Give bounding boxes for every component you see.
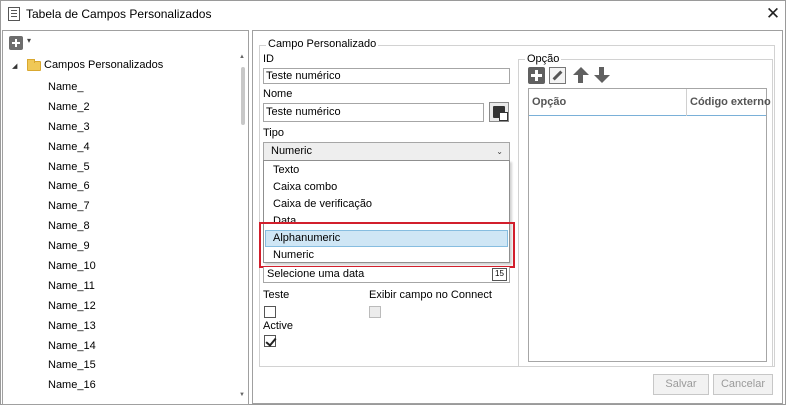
title-bar: Tabela de Campos Personalizados ✕	[1, 1, 785, 28]
tree-item[interactable]: Name_7	[48, 198, 96, 218]
active-label: Active	[263, 320, 293, 332]
tree-item[interactable]: Name_	[48, 79, 96, 99]
window-title: Tabela de Campos Personalizados	[26, 7, 212, 21]
tree-item[interactable]: Name_12	[48, 298, 96, 318]
tree-item[interactable]: Name_10	[48, 258, 96, 278]
date-picker[interactable]: Selecione uma data 15	[263, 267, 510, 283]
tree-root-label[interactable]: Campos Personalizados	[44, 59, 163, 71]
options-table[interactable]: Opção Código externo	[528, 88, 771, 362]
options-table-header: Opção Código externo	[529, 89, 771, 116]
date-placeholder: Selecione uma data	[267, 268, 365, 280]
chevron-down-icon: ⌄	[496, 147, 503, 156]
close-icon[interactable]: ✕	[761, 3, 785, 25]
highlight-annotation	[259, 222, 515, 268]
type-option[interactable]: Caixa combo	[265, 179, 508, 196]
teste-checkbox[interactable]	[264, 306, 276, 318]
tree-items-list: Name_ Name_2 Name_3 Name_4 Name_5 Name_6…	[48, 79, 96, 397]
type-option[interactable]: Texto	[265, 162, 508, 179]
add-icon[interactable]	[9, 36, 23, 50]
name-label: Nome	[263, 88, 293, 100]
column-header-external-code[interactable]: Código externo	[687, 89, 771, 116]
add-dropdown-caret-icon[interactable]: ▾	[27, 36, 31, 45]
folder-icon	[27, 59, 41, 71]
tree-item[interactable]: Name_13	[48, 318, 96, 338]
type-combobox[interactable]: Numeric ⌄	[263, 142, 510, 161]
active-checkbox[interactable]	[264, 335, 276, 347]
move-down-icon[interactable]	[593, 67, 610, 84]
tree-item[interactable]: Name_3	[48, 119, 96, 139]
tree-item[interactable]: Name_16	[48, 377, 96, 397]
scroll-down-icon[interactable]: ▼	[239, 392, 245, 398]
column-header-option[interactable]: Opção	[529, 89, 687, 116]
scroll-thumb[interactable]	[241, 67, 245, 125]
scroll-up-icon[interactable]: ▲	[239, 54, 245, 60]
tree-scrollbar[interactable]: ▲ ▼	[239, 49, 247, 404]
connect-label: Exibir campo no Connect	[369, 289, 492, 301]
tree-item[interactable]: Name_11	[48, 278, 96, 298]
type-option[interactable]: Caixa de verificação	[265, 196, 508, 213]
id-field[interactable]: Teste numérico	[263, 68, 510, 84]
details-panel: Campo Personalizado ID Teste numérico No…	[252, 30, 783, 404]
dialog-window: Tabela de Campos Personalizados ✕ ▾ ◢ Ca…	[0, 0, 786, 405]
tree-item[interactable]: Name_6	[48, 178, 96, 198]
edit-option-icon[interactable]	[549, 67, 566, 84]
add-option-icon[interactable]	[528, 67, 545, 84]
type-selected-value: Numeric	[271, 145, 312, 157]
connect-checkbox	[369, 306, 381, 318]
custom-field-group-title: Campo Personalizado	[266, 38, 379, 50]
teste-label: Teste	[263, 289, 290, 301]
translate-icon	[493, 106, 508, 121]
tree-item[interactable]: Name_15	[48, 357, 96, 377]
move-up-icon[interactable]	[572, 67, 589, 84]
calendar-icon[interactable]: 15	[492, 268, 507, 281]
tree-item[interactable]: Name_2	[48, 99, 96, 119]
tree-item[interactable]: Name_9	[48, 238, 96, 258]
tree-item[interactable]: Name_8	[48, 218, 96, 238]
tree-item[interactable]: Name_14	[48, 338, 96, 358]
tree-item[interactable]: Name_4	[48, 139, 96, 159]
option-group-title: Opção	[525, 53, 562, 65]
cancel-button[interactable]: Cancelar	[713, 374, 773, 395]
translate-button[interactable]	[489, 102, 509, 122]
save-button[interactable]: Salvar	[653, 374, 709, 395]
expand-arrow-icon[interactable]: ◢	[12, 62, 17, 70]
tree-panel: ▾ ◢ Campos Personalizados Name_ Name_2 N…	[2, 30, 249, 405]
type-label: Tipo	[263, 127, 284, 139]
id-label: ID	[263, 53, 274, 65]
app-icon	[8, 7, 20, 21]
tree-item[interactable]: Name_5	[48, 159, 96, 179]
name-field[interactable]: Teste numérico	[263, 103, 484, 122]
